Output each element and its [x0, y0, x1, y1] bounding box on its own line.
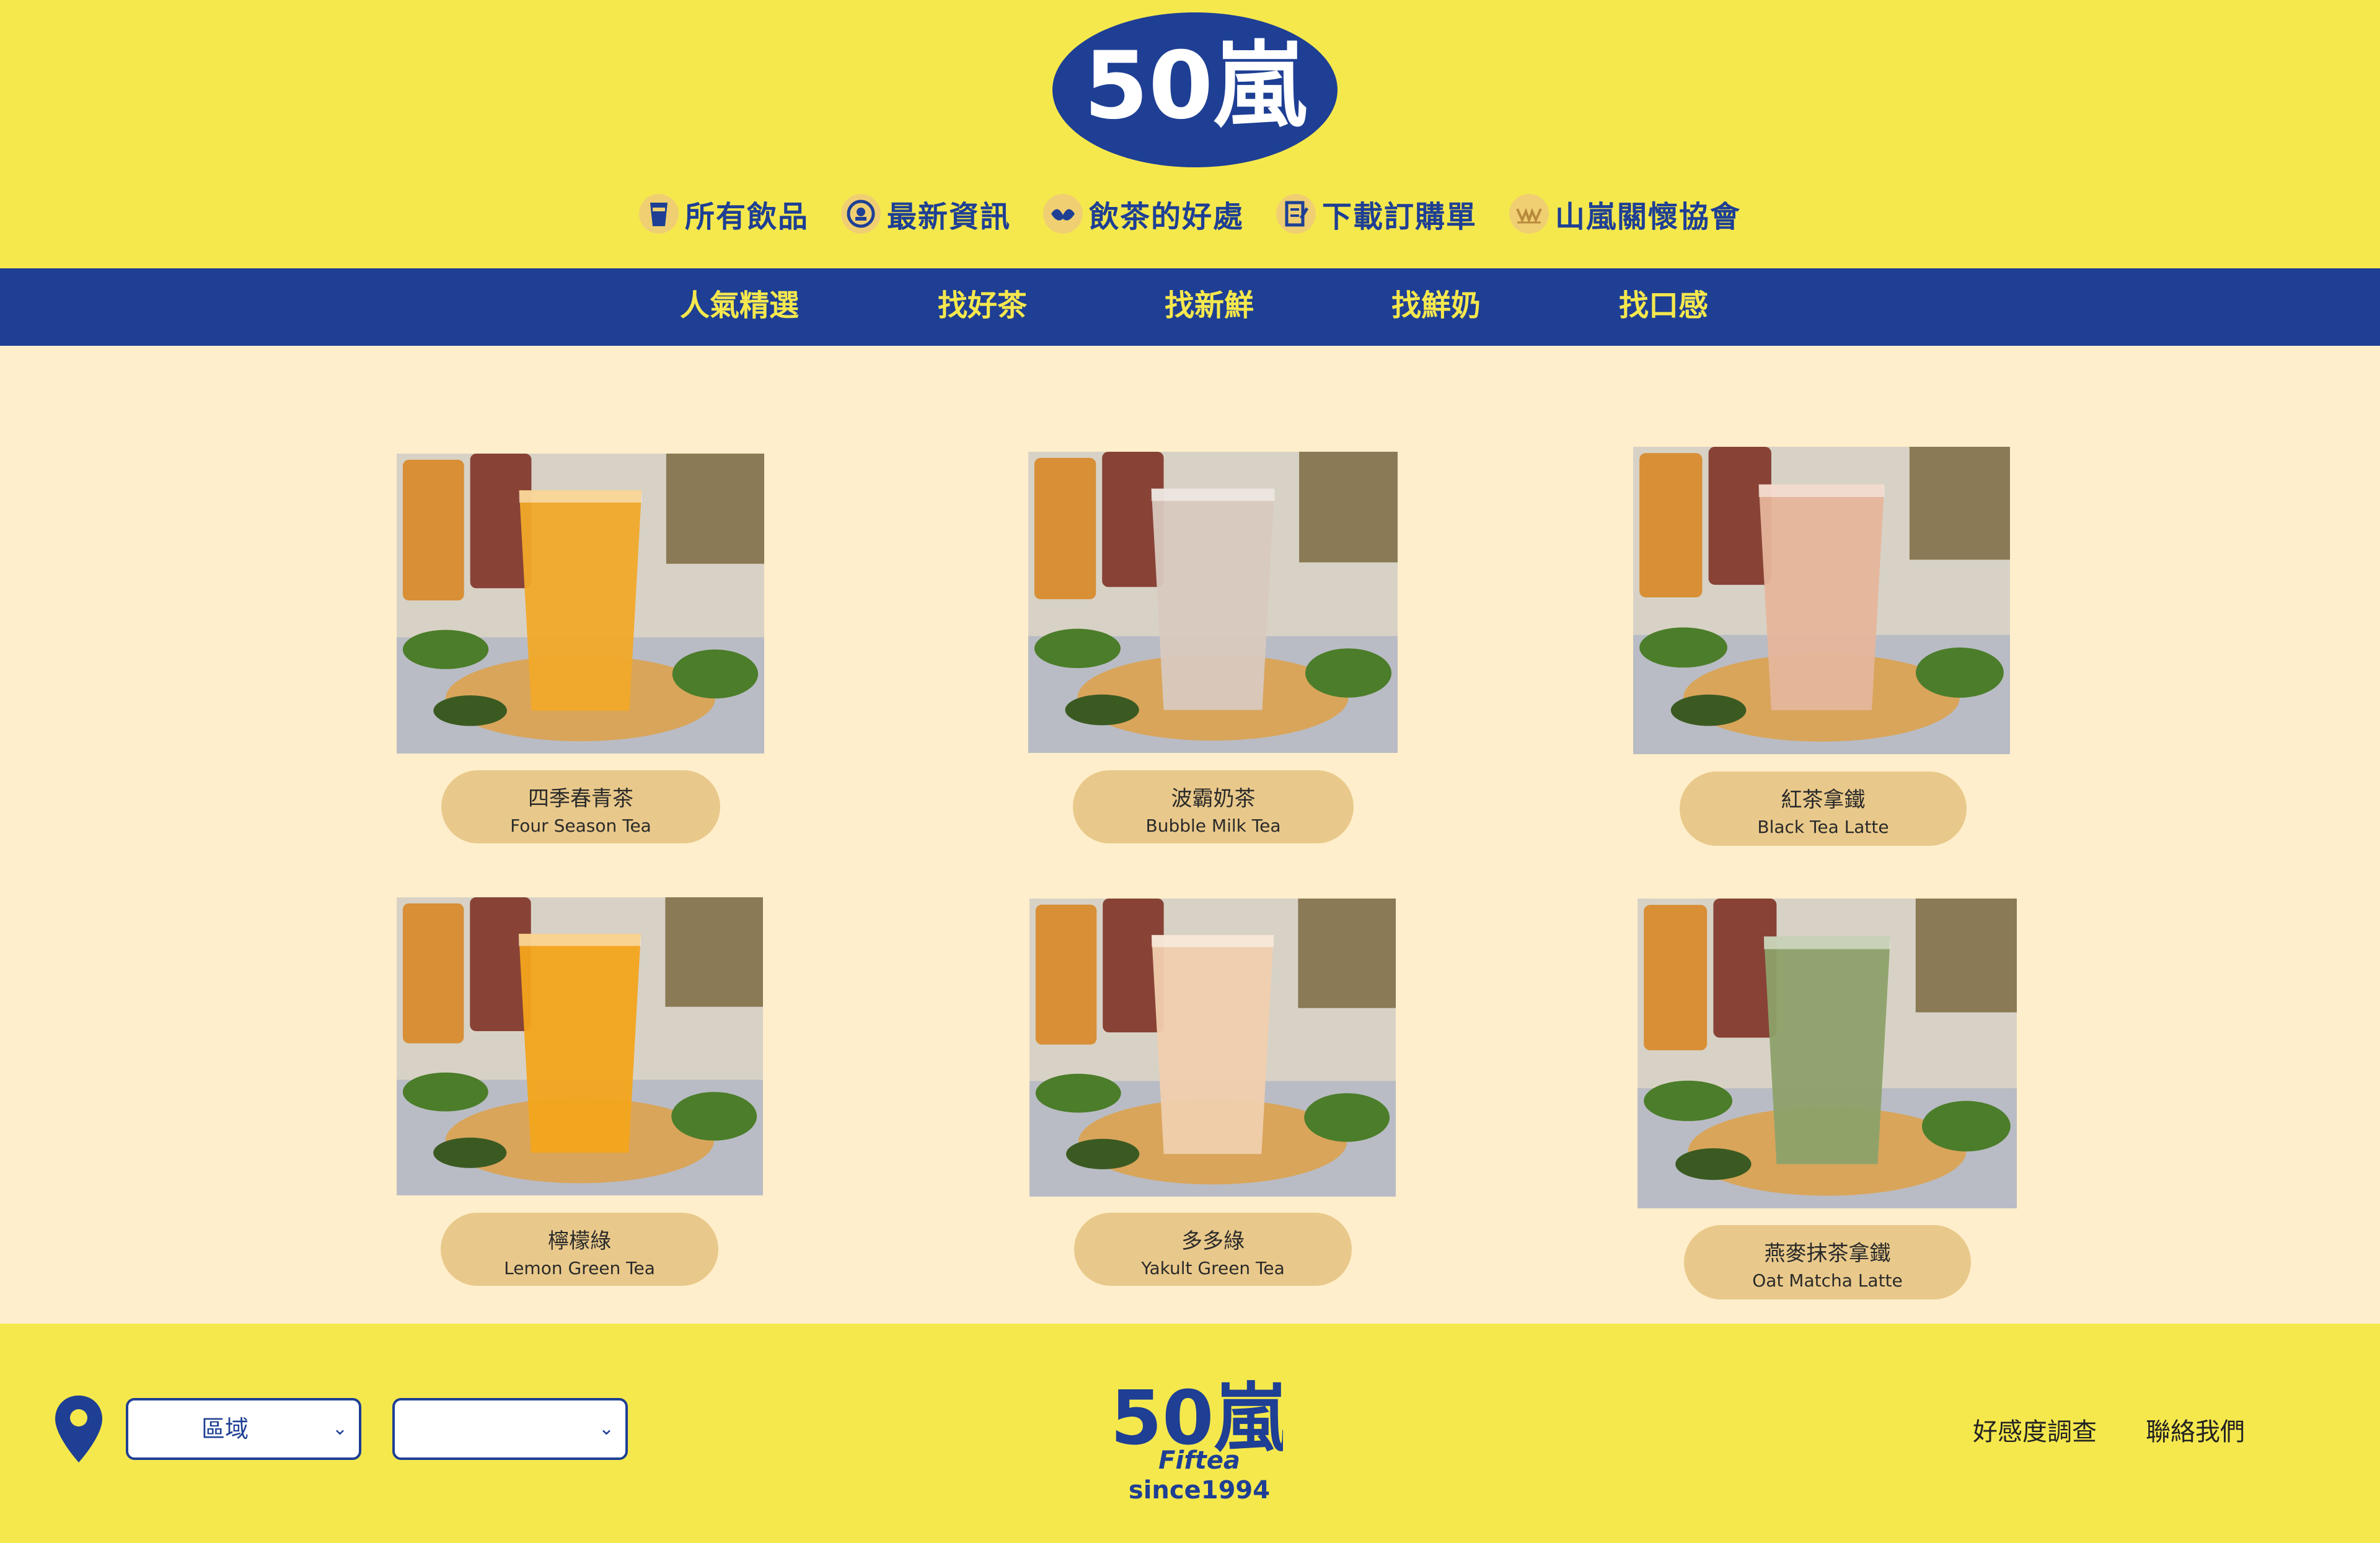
product-name-en: Yakult Green Tea	[1141, 1258, 1285, 1278]
nav-care-association[interactable]: 山嵐關懷協會	[1509, 192, 1741, 235]
nav-label: 山嵐關懷協會	[1555, 200, 1742, 234]
product-name-badge[interactable]: 四季春青茶 Four Season Tea	[441, 770, 720, 843]
product-name-zh: 燕麥抹茶拿鐵	[1764, 1241, 1891, 1266]
nav-tea-benefits[interactable]: 飲茶的好處	[1042, 192, 1244, 235]
product-name-zh: 檸檬綠	[548, 1229, 611, 1254]
product-name-en: Bubble Milk Tea	[1145, 815, 1281, 836]
product-name-badge[interactable]: 多多綠 Yakult Green Tea	[1074, 1213, 1352, 1286]
tab-texture[interactable]: 找口感	[1619, 268, 1708, 346]
product-photo[interactable]	[1633, 447, 2010, 754]
footer-logo-sub: Fiftea	[1158, 1446, 1240, 1475]
tab-fresh[interactable]: 找新鮮	[1165, 268, 1254, 346]
product-photo[interactable]	[397, 897, 763, 1195]
nav-label: 最新資訊	[886, 200, 1011, 234]
product-photo[interactable]	[1637, 899, 2017, 1208]
category-bar: 人氣精選 找好茶 找新鮮 找鮮奶 找口感	[0, 268, 2380, 346]
leaf-icon	[1042, 194, 1083, 234]
cup-icon	[638, 194, 679, 234]
product-name-en: Four Season Tea	[510, 815, 651, 836]
tab-good-tea[interactable]: 找好茶	[938, 268, 1027, 346]
chevron-down-icon: ⌄	[332, 1418, 348, 1440]
nav-label: 飲茶的好處	[1088, 200, 1244, 234]
chevron-down-icon: ⌄	[598, 1418, 614, 1440]
logo-text: 50嵐	[1084, 32, 1307, 140]
order-form-icon	[1276, 194, 1316, 234]
product-photo[interactable]	[1028, 452, 1398, 753]
product-photo[interactable]	[397, 454, 764, 754]
tab-popular[interactable]: 人氣精選	[680, 268, 799, 346]
top-nav: 所有飲品 最新資訊 飲茶的好處 下載訂購單 山嵐關懷協會	[0, 189, 2380, 239]
nav-order-form[interactable]: 下載訂購單	[1276, 192, 1477, 235]
product-name-badge[interactable]: 檸檬綠 Lemon Green Tea	[441, 1213, 718, 1286]
product-name-zh: 波霸奶茶	[1171, 786, 1256, 811]
product-name-en: Black Tea Latte	[1757, 817, 1889, 837]
survey-link[interactable]: 好感度調查	[1973, 1412, 2097, 1448]
product-photo[interactable]	[1029, 899, 1396, 1197]
brand-logo[interactable]: 50嵐	[1052, 12, 1338, 167]
header: 50嵐 所有飲品 最新資訊 飲茶的好處 下載訂購單 山嵐關懷協會	[0, 0, 2380, 268]
product-name-zh: 紅茶拿鐵	[1781, 788, 1866, 812]
nav-all-drinks[interactable]: 所有飲品	[638, 192, 809, 235]
product-name-badge[interactable]: 波霸奶茶 Bubble Milk Tea	[1073, 770, 1354, 843]
product-name-en: Lemon Green Tea	[504, 1258, 655, 1278]
product-name-badge[interactable]: 紅茶拿鐵 Black Tea Latte	[1680, 772, 1967, 846]
product-name-en: Oat Matcha Latte	[1752, 1270, 1903, 1291]
contact-link[interactable]: 聯絡我們	[2146, 1412, 2245, 1448]
nav-label: 所有飲品	[684, 200, 809, 234]
since-label: since1994	[1128, 1476, 1271, 1505]
region-select[interactable]: 區域 ⌄	[126, 1398, 361, 1460]
nav-label: 下載訂購單	[1322, 200, 1478, 234]
product-name-badge[interactable]: 燕麥抹茶拿鐵 Oat Matcha Latte	[1684, 1225, 1971, 1299]
location-pin-icon	[53, 1393, 105, 1465]
care-icon	[1509, 194, 1549, 234]
region-select-value: 區域	[201, 1415, 249, 1443]
tab-fresh-milk[interactable]: 找鮮奶	[1391, 268, 1481, 346]
nav-news[interactable]: 最新資訊	[840, 192, 1011, 235]
product-name-zh: 四季春青茶	[528, 786, 633, 811]
news-icon	[840, 194, 881, 234]
store-select[interactable]: ⌄	[392, 1398, 628, 1460]
product-name-zh: 多多綠	[1181, 1229, 1245, 1254]
